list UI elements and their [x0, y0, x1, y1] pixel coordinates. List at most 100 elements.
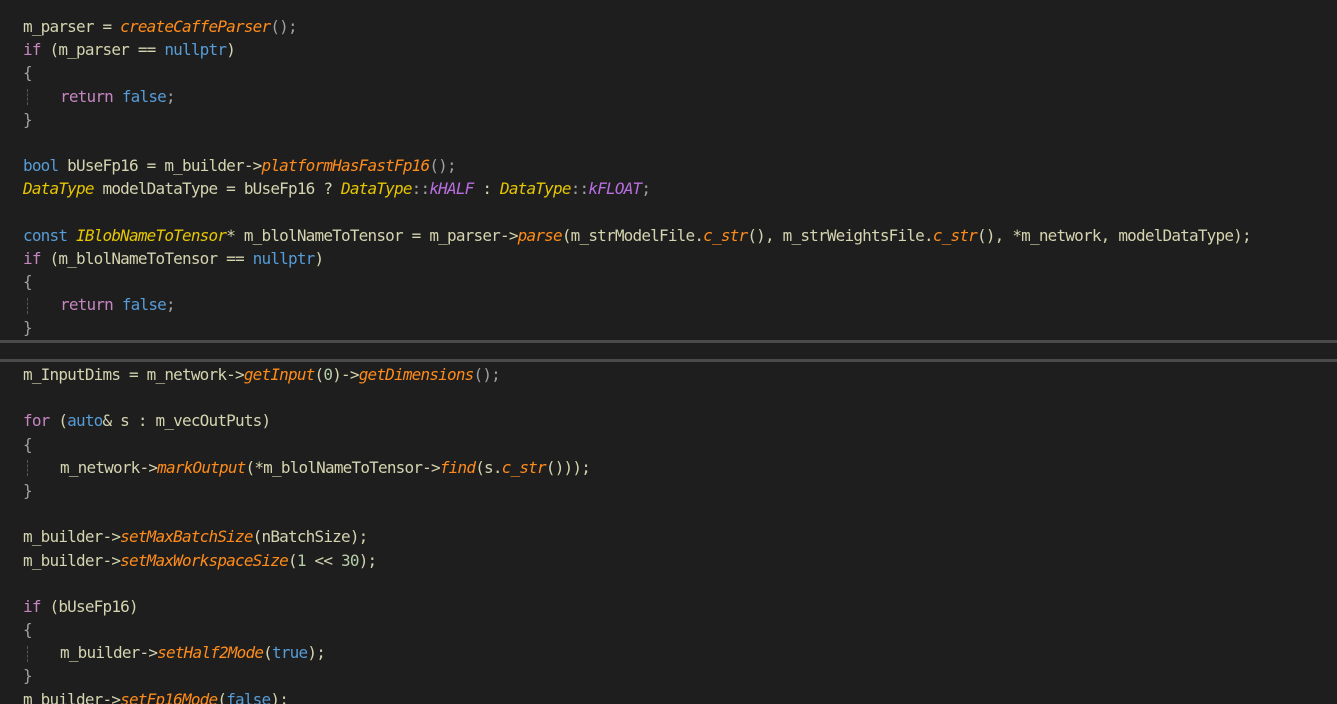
- code-token: modelDataType = bUseFp16 ?: [93, 179, 341, 199]
- code-line[interactable]: m_network->markOutput(*m_blolNameToTenso…: [23, 456, 591, 479]
- code-token: }: [23, 480, 33, 500]
- code-token: c_str: [703, 225, 748, 245]
- code-token: m_InputDims = m_network->: [23, 365, 245, 384]
- code-line[interactable]: }: [23, 316, 1251, 339]
- code-area-bottom[interactable]: m_InputDims = m_network->getInput (0)->ge…: [23, 363, 591, 704]
- code-token: getDimensions: [358, 365, 475, 384]
- code-token: c_str: [932, 225, 978, 245]
- code-token: ::: [570, 179, 589, 199]
- code-token: ;: [166, 295, 176, 315]
- code-token: parse: [517, 225, 563, 245]
- code-line[interactable]: const IBlobNameToTensor* m_blolNameToTen…: [23, 224, 1252, 247]
- code-line[interactable]: m_builder->setMaxWorkspaceSize(1 << 30);: [23, 549, 590, 572]
- code-token: );: [307, 643, 326, 663]
- code-line[interactable]: {: [23, 61, 1251, 84]
- code-token: nullptr: [164, 40, 227, 60]
- code-token: ();: [270, 17, 297, 36]
- code-token: m_builder->: [60, 643, 158, 663]
- code-line[interactable]: {: [23, 433, 590, 456]
- code-token: auto: [67, 411, 103, 431]
- code-token: (m_blolNameToTensor ==: [40, 248, 253, 268]
- code-token: (: [49, 411, 68, 431]
- code-token: getInput: [243, 365, 315, 384]
- code-token: (m_strModelFile.: [561, 225, 704, 245]
- code-token: ::: [411, 179, 430, 199]
- code-line[interactable]: if (bUseFp16): [23, 595, 590, 618]
- code-token: ();: [429, 156, 456, 176]
- code-area-top[interactable]: m_parser = createCaffeParser(); if (m_par…: [23, 15, 1252, 340]
- code-line[interactable]: {: [23, 270, 1251, 293]
- code-token: kFLOAT: [588, 179, 642, 199]
- code-token: (: [263, 643, 273, 663]
- code-token: const: [23, 225, 68, 245]
- code-token: ();: [473, 365, 501, 384]
- code-line[interactable]: return false;: [23, 293, 1251, 316]
- code-token: }: [23, 318, 33, 338]
- indent-guide: [27, 645, 28, 662]
- code-token: return: [60, 295, 114, 315]
- code-token: DataType: [500, 179, 571, 199]
- code-token: setFp16Mode: [120, 689, 218, 704]
- code-line[interactable]: [23, 131, 1251, 154]
- code-line[interactable]: [23, 201, 1251, 224]
- code-line[interactable]: DataType modelDataType = bUseFp16 ? Data…: [23, 177, 1251, 200]
- code-token: (), m_strWeightsFile.: [747, 225, 933, 245]
- code-token: m_parser =: [23, 17, 121, 36]
- code-token: ()));: [545, 457, 591, 477]
- code-token: return: [60, 86, 114, 106]
- code-token: bool: [23, 156, 59, 176]
- code-token: <<: [305, 550, 342, 570]
- code-line[interactable]: }: [23, 108, 1251, 131]
- code-token: m_network->: [60, 457, 158, 477]
- code-line[interactable]: m_InputDims = m_network->getInput(0)->ge…: [23, 363, 590, 386]
- code-token: markOutput: [157, 457, 246, 477]
- code-token: * m_blolNameToTensor = m_parser->: [226, 225, 518, 245]
- code-token: find: [439, 457, 476, 477]
- code-token: (), *m_network, modelDataType);: [977, 225, 1252, 245]
- code-token: }: [23, 666, 33, 686]
- code-token: false: [121, 86, 167, 106]
- code-line[interactable]: }: [23, 664, 590, 687]
- code-token: if: [23, 40, 41, 60]
- code-line[interactable]: {: [23, 618, 590, 641]
- code-line[interactable]: m_builder->setFp16Mode(false);: [23, 688, 590, 704]
- code-token: if: [23, 596, 41, 616]
- code-token: (m_parser ==: [40, 40, 165, 60]
- code-line[interactable]: }: [23, 479, 590, 502]
- code-token: platformHasFastFp16: [261, 156, 431, 176]
- code-token: nullptr: [252, 248, 316, 268]
- code-line[interactable]: for (auto& s : m_vecOutPuts): [23, 409, 590, 432]
- code-token: )->: [332, 365, 359, 384]
- code-line[interactable]: m_builder->setHalf2Mode(true);: [23, 641, 590, 664]
- editor-pane-bottom[interactable]: m_InputDims = m_network->getInput (0)->ge…: [0, 362, 1337, 704]
- code-line[interactable]: [23, 572, 590, 595]
- code-token: {: [23, 620, 33, 640]
- editor-pane-top[interactable]: m_parser = createCaffeParser(); if (m_par…: [0, 0, 1337, 340]
- code-token: :: [473, 179, 501, 199]
- code-line[interactable]: if (m_parser == nullptr): [23, 38, 1251, 61]
- code-token: 30: [341, 550, 359, 570]
- code-token: (bUseFp16): [40, 596, 139, 616]
- code-token: );: [270, 689, 289, 704]
- code-token: createCaffeParser: [120, 17, 271, 36]
- code-token: (nBatchSize);: [252, 527, 369, 547]
- code-token: false: [226, 689, 271, 704]
- code-token: m_builder->: [23, 550, 121, 570]
- code-line[interactable]: m_builder->setMaxBatchSize(nBatchSize);: [23, 525, 590, 548]
- code-line[interactable]: [23, 386, 590, 409]
- code-line[interactable]: return false;: [23, 85, 1251, 108]
- code-token: (s.: [475, 457, 502, 477]
- code-token: (*m_blolNameToTensor->: [245, 457, 441, 477]
- code-token: m_builder->: [23, 689, 121, 704]
- code-line[interactable]: [23, 502, 590, 525]
- code-token: & s : m_vecOutPuts): [102, 411, 272, 431]
- code-token: {: [23, 272, 33, 292]
- code-token: IBlobNameToTensor: [76, 225, 227, 245]
- code-token: DataType: [341, 179, 412, 199]
- code-line[interactable]: m_parser = createCaffeParser();: [23, 15, 1251, 38]
- code-token: setMaxWorkspaceSize: [120, 550, 289, 570]
- code-line[interactable]: bool bUseFp16 = m_builder->platformHasFa…: [23, 154, 1251, 177]
- code-line[interactable]: if (m_blolNameToTensor == nullptr): [23, 247, 1251, 270]
